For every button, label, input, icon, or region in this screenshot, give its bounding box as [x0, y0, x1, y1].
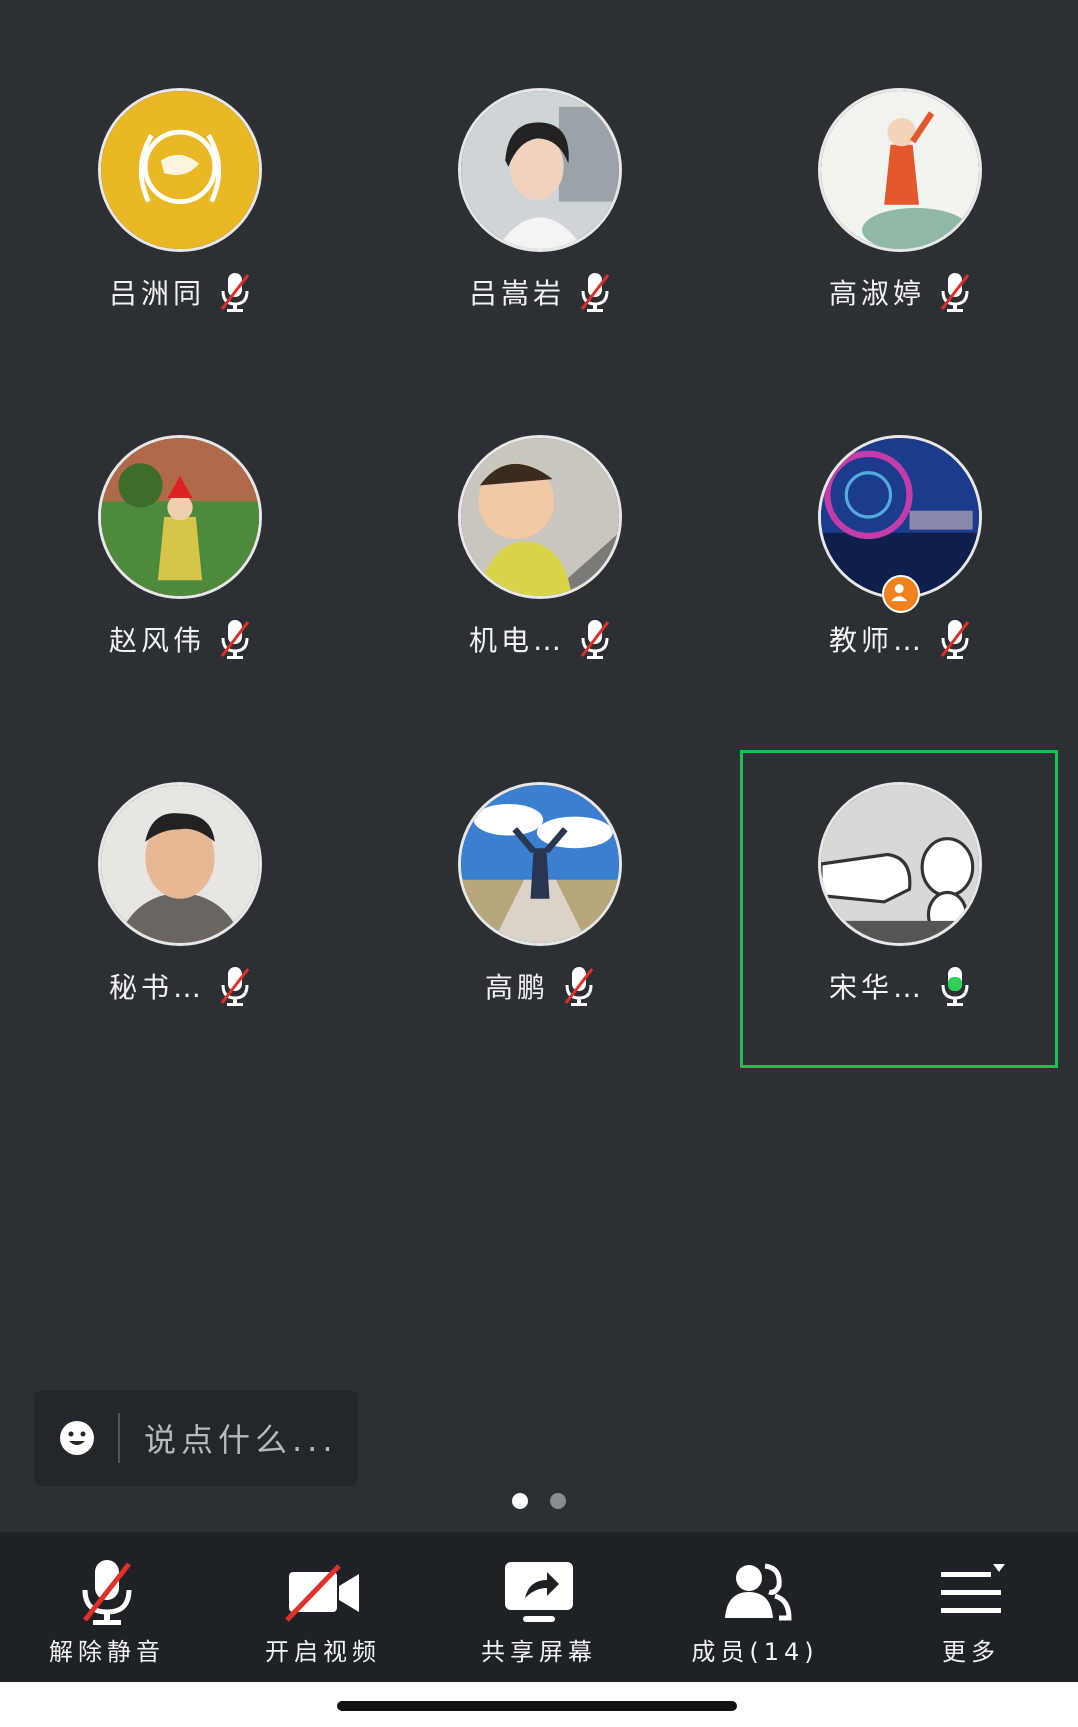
share-label: 共享屏幕: [481, 1638, 597, 1666]
participant-tile[interactable]: 吕嵩岩: [398, 88, 698, 388]
mic-off-icon: [220, 967, 250, 1006]
avatar: [458, 782, 622, 946]
participant-name-row: 高鹏: [398, 962, 682, 1010]
participant-name-row: 秘书…: [38, 962, 322, 1010]
participant-tile[interactable]: 机电…: [398, 435, 698, 735]
participant-tile[interactable]: 教师…: [758, 435, 1058, 735]
avatar: [818, 88, 982, 252]
participant-name: 吕嵩岩: [468, 277, 565, 310]
mic-off-icon: [940, 620, 970, 659]
avatar: [458, 88, 622, 252]
page-dot-active[interactable]: [512, 1493, 528, 1509]
share-screen-button[interactable]: 共享屏幕: [439, 1558, 639, 1668]
avatar: [458, 435, 622, 599]
participant-tile[interactable]: 赵风伟: [38, 435, 338, 735]
mic-off-icon: [220, 273, 250, 312]
participant-name: 教师…: [828, 624, 925, 657]
mic-off-icon: [940, 273, 970, 312]
menu-more-icon: [941, 1564, 1005, 1613]
page-dot[interactable]: [550, 1493, 566, 1509]
mic-on-icon: [941, 967, 969, 1006]
start-video-button[interactable]: 开启视频: [223, 1558, 423, 1668]
avatar: [98, 782, 262, 946]
participant-tile[interactable]: 高鹏: [398, 782, 698, 1082]
participant-name-row: 赵风伟: [38, 615, 322, 663]
unmute-button[interactable]: 解除静音: [7, 1558, 207, 1668]
mic-off-icon: [564, 967, 594, 1006]
participant-name-row: 吕嵩岩: [398, 268, 682, 316]
participant-name: 高鹏: [484, 971, 549, 1004]
participant-name: 高淑婷: [828, 277, 925, 310]
mic-off-icon: [580, 273, 610, 312]
participant-name: 吕洲同: [108, 277, 205, 310]
participant-name-row: 宋华…: [758, 962, 1042, 1010]
home-indicator[interactable]: [337, 1701, 737, 1711]
share-screen-icon: [505, 1562, 573, 1622]
mic-off-icon: [220, 620, 250, 659]
host-badge-icon: [882, 575, 920, 613]
chat-input[interactable]: 说点什么...: [34, 1390, 358, 1486]
video-off-icon: [285, 1564, 359, 1622]
participant-tile[interactable]: 高淑婷: [758, 88, 1058, 388]
meeting-toolbar: 解除静音 开启视频 共享屏幕 成员(14) 更多: [0, 1532, 1078, 1682]
video-label: 开启视频: [265, 1638, 381, 1666]
mic-off-icon: [580, 620, 610, 659]
emoji-icon[interactable]: [58, 1419, 96, 1457]
participant-name-row: 吕洲同: [38, 268, 322, 316]
page-indicator: [0, 1493, 1078, 1509]
chat-placeholder: 说点什么...: [144, 1421, 338, 1459]
members-icon: [725, 1563, 792, 1621]
divider: [118, 1413, 120, 1463]
participant-tile[interactable]: 秘书…: [38, 782, 338, 1082]
unmute-label: 解除静音: [49, 1638, 165, 1666]
participant-tile[interactable]: 吕洲同: [38, 88, 338, 388]
participant-name-row: 高淑婷: [758, 268, 1042, 316]
participant-name-row: 机电…: [398, 615, 682, 663]
participant-name: 机电…: [468, 624, 565, 657]
members-button[interactable]: 成员(14): [655, 1558, 855, 1668]
participant-name: 秘书…: [108, 971, 205, 1004]
members-label: 成员(14): [691, 1638, 819, 1666]
participant-name: 宋华…: [828, 971, 925, 1004]
avatar: [818, 782, 982, 946]
participant-tile[interactable]: 宋华…: [758, 782, 1058, 1082]
avatar: [98, 88, 262, 252]
mic-off-icon: [82, 1560, 132, 1625]
more-button[interactable]: 更多: [871, 1558, 1071, 1668]
participant-name-row: 教师…: [758, 615, 1042, 663]
avatar: [98, 435, 262, 599]
participant-name: 赵风伟: [108, 624, 205, 657]
more-label: 更多: [942, 1638, 1000, 1666]
